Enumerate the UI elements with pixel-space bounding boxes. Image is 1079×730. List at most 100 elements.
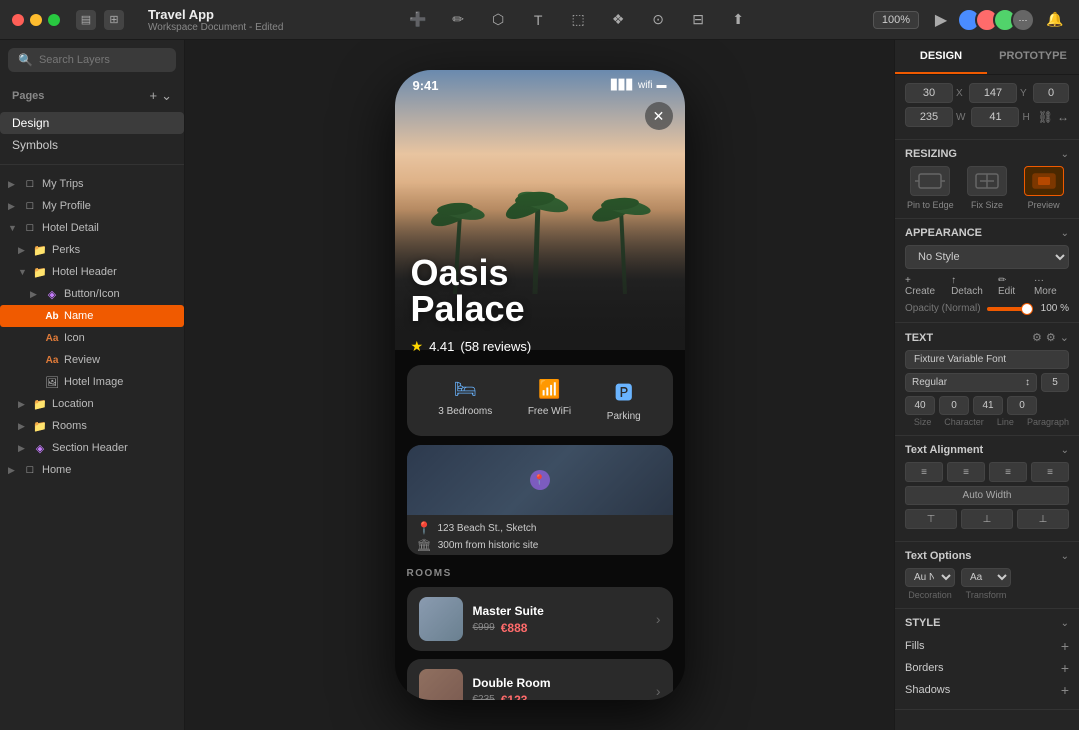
export-tool-icon[interactable]: ⬆ (726, 8, 750, 32)
search-box[interactable]: 🔍 Search Layers (8, 48, 176, 72)
add-fill-button[interactable]: + (1061, 638, 1069, 654)
detach-style-button[interactable]: ↑ Detach (951, 275, 990, 297)
add-page-button[interactable]: + (150, 88, 158, 104)
text-title: TEXT (905, 332, 933, 344)
chevron-right-icon: ▶ (18, 399, 28, 410)
layer-home[interactable]: ▶ □ Home (0, 459, 184, 481)
size-input[interactable] (905, 396, 935, 415)
align-left-button[interactable]: ≡ (905, 462, 943, 482)
style-collapse-icon[interactable]: ⌄ (1061, 618, 1069, 629)
zoom-selector[interactable]: 100% (873, 11, 919, 29)
preview-option[interactable]: Preview (1018, 166, 1069, 210)
fix-size-option[interactable]: Fix Size (962, 166, 1013, 210)
y-input[interactable] (969, 83, 1017, 103)
align-top-button[interactable]: ⊤ (905, 509, 957, 529)
font-size-input[interactable] (1041, 373, 1069, 392)
character-input[interactable] (939, 396, 969, 415)
map-background: 📍 (407, 445, 673, 515)
room-card-master-suite[interactable]: Master Suite €999 €888 › (407, 587, 673, 651)
canvas[interactable]: 9:41 ▊▊▊ wifi ▬ ✕ OasisPalace ★ 4.41 (58… (185, 40, 894, 730)
pen-tool-icon[interactable]: ✏ (446, 8, 470, 32)
edit-style-button[interactable]: ✏ Edit (998, 275, 1026, 297)
text-options-title: Text Options (905, 550, 971, 562)
layer-icon[interactable]: Aa Icon (0, 327, 184, 349)
layer-name[interactable]: Ab Name (0, 305, 184, 327)
page-symbols[interactable]: Symbols (0, 134, 184, 156)
minimize-button[interactable] (30, 14, 42, 26)
notifications-button[interactable]: 🔔 (1043, 8, 1067, 32)
angle-input[interactable] (1033, 83, 1069, 103)
appearance-collapse-icon[interactable]: ⌄ (1061, 228, 1069, 239)
transform-group: Aa AA aa Transform (961, 568, 1011, 600)
close-button[interactable] (12, 14, 24, 26)
x-field: X (905, 83, 963, 103)
layer-section-header[interactable]: ▶ ◈ Section Header (0, 437, 184, 459)
layer-perks[interactable]: ▶ 📁 Perks (0, 239, 184, 261)
tab-prototype[interactable]: PROTOTYPE (987, 40, 1079, 74)
room-card-double-room[interactable]: Double Room €235 €123 › (407, 659, 673, 700)
opacity-slider[interactable] (987, 307, 1033, 311)
layout-tool-icon[interactable]: ⊟ (686, 8, 710, 32)
text-options-icon[interactable]: ⚙ (1046, 331, 1056, 344)
line-input[interactable] (973, 396, 1003, 415)
pin-to-edge-option[interactable]: Pin to Edge (905, 166, 956, 210)
map-card[interactable]: 📍 📍 123 Beach St., Sketch 🏛 300m from hi… (407, 445, 673, 555)
style-select[interactable]: No Style (905, 245, 1069, 269)
play-button[interactable]: ▶ (927, 6, 955, 34)
text-options-controls: Au None Decoration Aa AA aa Transform (905, 568, 1069, 600)
resizing-collapse-icon[interactable]: ⌄ (1061, 149, 1069, 160)
chevron-right-icon: ▶ (18, 245, 28, 256)
design-panel: DESIGN PROTOTYPE X Y W (894, 40, 1079, 730)
tab-design[interactable]: DESIGN (895, 40, 987, 74)
align-justify-button[interactable]: ≡ (1031, 462, 1069, 482)
align-middle-button[interactable]: ⊥ (961, 509, 1013, 529)
add-border-button[interactable]: + (1061, 660, 1069, 676)
add-button[interactable]: ➕ (406, 8, 430, 32)
paragraph-input[interactable] (1007, 396, 1037, 415)
frame-tool-icon[interactable]: ⬚ (566, 8, 590, 32)
text-tool-icon[interactable]: T (526, 8, 550, 32)
layer-hotel-image[interactable]: 🖼 Hotel Image (0, 371, 184, 393)
layer-hotel-header[interactable]: ▼ 📁 Hotel Header (0, 261, 184, 283)
layer-button-icon[interactable]: ▶ ◈ Button/Icon (0, 283, 184, 305)
w-input[interactable] (905, 107, 953, 127)
layer-review[interactable]: Aa Review (0, 349, 184, 371)
maximize-button[interactable] (48, 14, 60, 26)
align-right-button[interactable]: ≡ (989, 462, 1027, 482)
add-shadow-button[interactable]: + (1061, 682, 1069, 698)
x-input[interactable] (905, 83, 953, 103)
more-style-button[interactable]: ··· More (1034, 275, 1069, 297)
mask-tool-icon[interactable]: ⊙ (646, 8, 670, 32)
alignment-collapse-icon[interactable]: ⌄ (1061, 445, 1069, 456)
layer-my-profile[interactable]: ▶ □ My Profile (0, 195, 184, 217)
room-name: Master Suite (473, 604, 646, 618)
close-button[interactable]: ✕ (645, 102, 673, 130)
font-weight-select[interactable]: Regular ↕ (905, 373, 1037, 392)
grid-icon[interactable]: ⊞ (104, 10, 124, 30)
page-design[interactable]: Design (0, 112, 184, 134)
text-options-collapse-icon[interactable]: ⌄ (1061, 551, 1069, 562)
sidebar-toggle-icon[interactable]: ▤ (76, 10, 96, 30)
align-bottom-button[interactable]: ⊥ (1017, 509, 1069, 529)
transform-select[interactable]: Aa AA aa (961, 568, 1011, 587)
layer-rooms[interactable]: ▶ 📁 Rooms (0, 415, 184, 437)
component-tool-icon[interactable]: ❖ (606, 8, 630, 32)
hotel-name-line1: OasisPalace (411, 255, 669, 327)
flip-icon[interactable]: ↔ (1057, 110, 1069, 124)
avatar-more[interactable]: ··· (1011, 8, 1035, 32)
font-name-field[interactable]: Fixture Variable Font (905, 350, 1069, 369)
shapes-icon[interactable]: ⬡ (486, 8, 510, 32)
layer-location[interactable]: ▶ 📁 Location (0, 393, 184, 415)
h-input[interactable] (971, 107, 1019, 127)
decoration-select[interactable]: Au None (905, 568, 955, 587)
text-settings-icon[interactable]: ⚙ (1032, 331, 1042, 344)
auto-width-button[interactable]: Auto Width (905, 486, 1069, 505)
layer-hotel-detail[interactable]: ▼ □ Hotel Detail (0, 217, 184, 239)
chevron-down-icon: ▼ (18, 267, 28, 277)
align-center-button[interactable]: ≡ (947, 462, 985, 482)
text-collapse-icon[interactable]: ⌄ (1060, 331, 1069, 344)
pages-expand-icon[interactable]: ⌄ (161, 88, 172, 104)
layer-my-trips[interactable]: ▶ □ My Trips (0, 173, 184, 195)
constrain-proportions-icon[interactable]: ⛓ (1038, 110, 1053, 124)
create-style-button[interactable]: + Create (905, 275, 943, 297)
